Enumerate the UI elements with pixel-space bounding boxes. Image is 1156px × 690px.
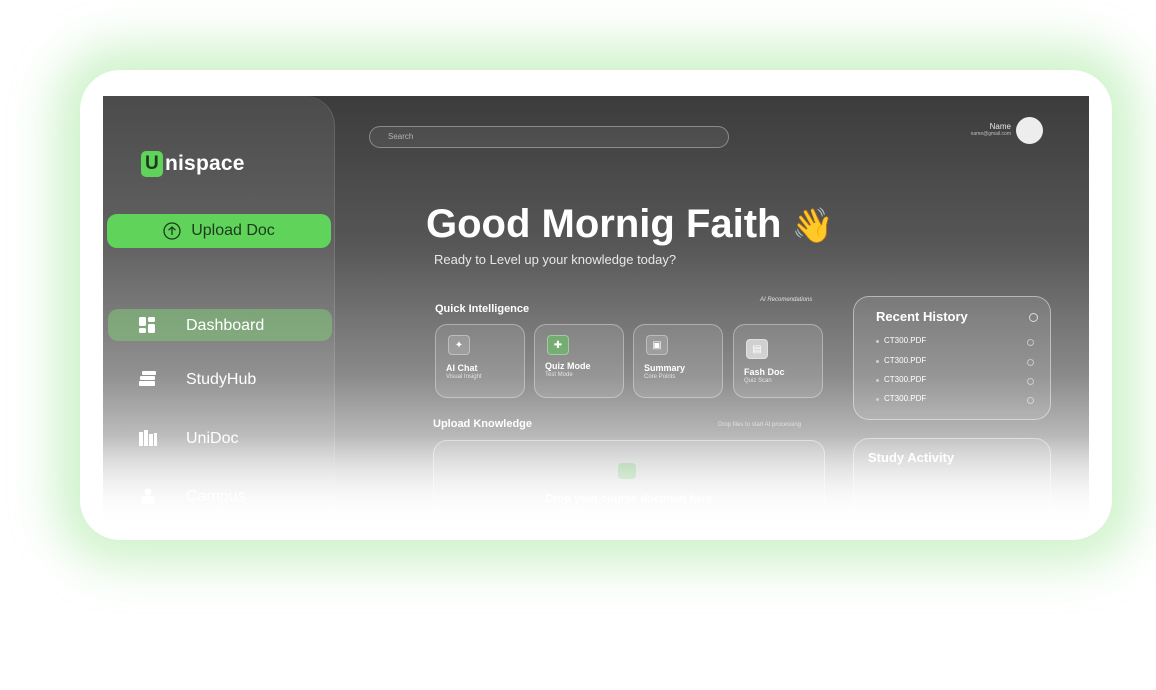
card-title: AI Chat (446, 363, 478, 373)
campus-icon (141, 488, 155, 504)
sidebar-item-unidoc[interactable]: UniDoc (108, 422, 332, 454)
upload-doc-label: Upload Doc (191, 222, 275, 239)
dashboard-icon (139, 317, 155, 333)
sidebar-item-label: UniDoc (186, 430, 239, 447)
flash-doc-card[interactable]: ▤ Fash Doc Quiz Scan (733, 324, 823, 398)
history-item[interactable]: CT300.PDF (876, 393, 1036, 407)
sidebar-item-label: Campus (186, 488, 246, 505)
history-item[interactable]: CT300.PDF (876, 355, 1036, 369)
profile-email: name@gmail.com (970, 131, 1011, 137)
sidebar-item-dashboard[interactable]: Dashboard (108, 309, 332, 341)
bullet-icon (876, 379, 879, 382)
more-icon[interactable] (1027, 359, 1034, 366)
bullet-icon (876, 360, 879, 363)
card-subtitle: Quiz Scan (744, 378, 772, 384)
upload-note: Drop files to start AI processing (718, 422, 802, 428)
ai-recommendations-link[interactable]: AI Recomendations (760, 297, 812, 303)
upload-doc-button[interactable]: Upload Doc (107, 214, 331, 248)
logo-text: nispace (165, 152, 245, 175)
books-icon (139, 371, 156, 386)
file-dropzone[interactable]: Drop your course documet here (433, 440, 825, 526)
app-logo[interactable]: U nispace (141, 151, 245, 177)
bullet-icon (876, 398, 879, 401)
sparkle-icon: ✦ (448, 335, 470, 355)
sidebar-item-label: Dashboard (186, 317, 265, 334)
profile-name: Name (989, 122, 1011, 131)
history-filename: CT300.PDF (884, 336, 927, 345)
upload-knowledge-title: Upload Knowledge (433, 418, 532, 430)
history-filename: CT300.PDF (884, 356, 927, 365)
search-input[interactable]: Search (369, 126, 729, 148)
summary-card[interactable]: ▣ Summary Core Points (633, 324, 723, 398)
avatar[interactable] (1016, 117, 1043, 144)
sidebar: U nispace Upload Doc Dashboard StudyHub … (103, 96, 335, 526)
quiz-mode-card[interactable]: ✚ Quiz Mode Test Mode (534, 324, 624, 398)
history-item[interactable]: CT300.PDF (876, 374, 1036, 388)
history-filename: CT300.PDF (884, 375, 927, 384)
app-window: U nispace Upload Doc Dashboard StudyHub … (103, 96, 1089, 526)
library-icon (139, 430, 157, 446)
sidebar-item-label: StudyHub (186, 371, 257, 388)
card-subtitle: Test Mode (545, 372, 573, 378)
more-icon[interactable] (1027, 378, 1034, 385)
sidebar-item-studyhub[interactable]: StudyHub (108, 363, 332, 395)
card-subtitle: Visual Insight (446, 374, 482, 380)
recent-history-panel: Recent History CT300.PDF CT300.PDF CT300… (853, 296, 1051, 420)
logo-mark: U (141, 151, 163, 177)
greeting-text: Good Mornig Faith (426, 202, 782, 246)
study-activity-panel: Study Activity (853, 438, 1051, 526)
card-subtitle: Core Points (644, 374, 676, 380)
history-item[interactable]: CT300.PDF (876, 335, 1036, 349)
upload-icon (163, 222, 181, 240)
more-icon[interactable] (1027, 397, 1034, 404)
clock-icon (1029, 313, 1038, 322)
recent-history-title: Recent History (876, 309, 968, 324)
bullet-icon (876, 340, 879, 343)
page-title: Good Mornig Faith 👋 (426, 202, 834, 247)
sidebar-item-campus[interactable]: Campus (108, 480, 332, 512)
card-title: Fash Doc (744, 367, 785, 377)
card-title: Summary (644, 363, 686, 373)
card-title: Quiz Mode (545, 361, 591, 371)
summary-icon: ▣ (646, 335, 668, 355)
page-subtitle: Ready to Level up your knowledge today? (434, 252, 677, 267)
more-icon[interactable] (1027, 339, 1034, 346)
doc-icon: ▤ (746, 339, 768, 359)
quick-intelligence-title: Quick Intelligence (435, 303, 530, 315)
dropzone-label: Drop your course documet here (545, 493, 713, 505)
ai-chat-card[interactable]: ✦ AI Chat Visual Insight (435, 324, 525, 398)
upload-cloud-icon (618, 463, 636, 479)
waving-hand-icon: 👋 (791, 207, 834, 245)
quiz-icon: ✚ (547, 335, 569, 355)
study-activity-title: Study Activity (868, 450, 955, 465)
history-filename: CT300.PDF (884, 394, 927, 403)
